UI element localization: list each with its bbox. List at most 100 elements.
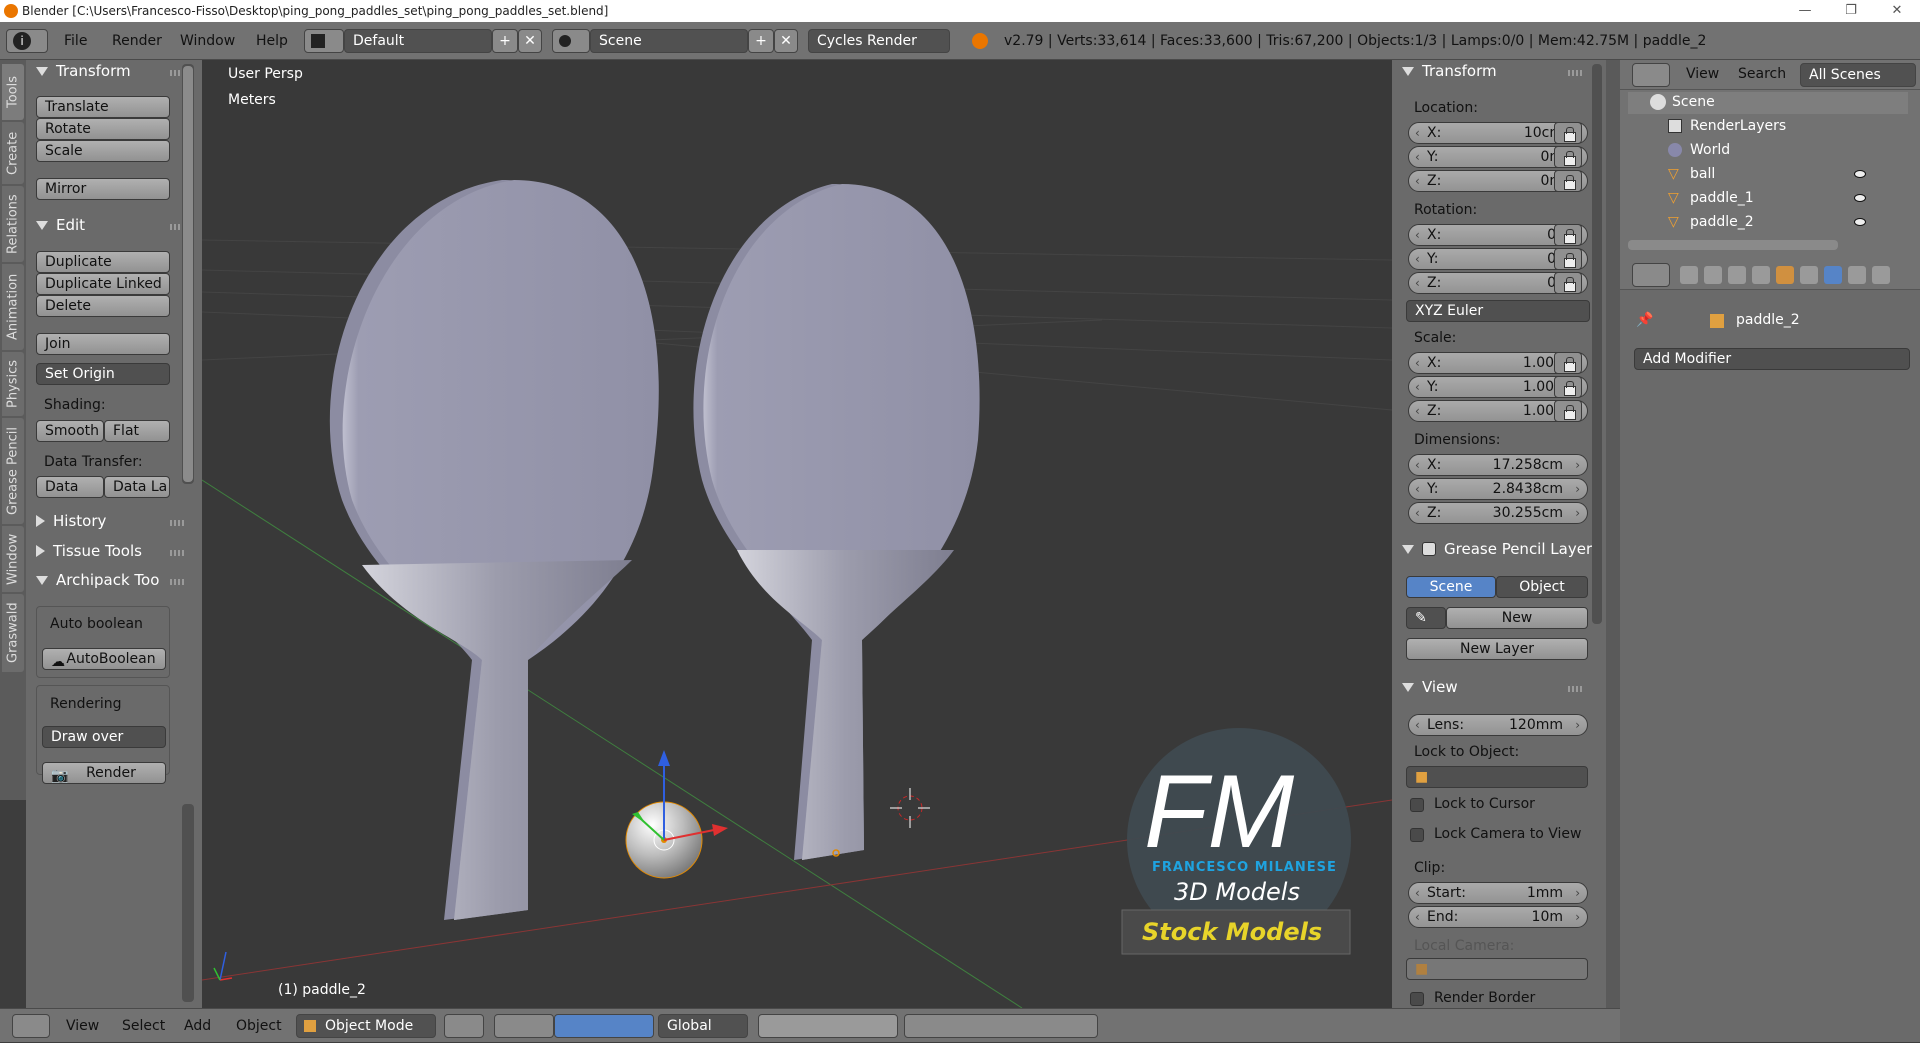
maximize-button[interactable]: ❐ bbox=[1828, 0, 1874, 22]
visibility-eye-icon[interactable] bbox=[1854, 194, 1866, 202]
outliner-editor-type-button[interactable] bbox=[1632, 63, 1670, 87]
gp-object-toggle[interactable]: Object bbox=[1496, 576, 1588, 598]
tab-animation[interactable]: Animation bbox=[2, 264, 24, 350]
3d-viewport[interactable]: User Persp Meters (1) paddle_2 FM FRANCE… bbox=[202, 60, 1392, 1008]
set-origin-dropdown[interactable]: Set Origin bbox=[36, 363, 170, 385]
paddle-2-mesh[interactable] bbox=[693, 184, 980, 860]
add-scene-button[interactable]: + bbox=[748, 29, 774, 53]
data-tab-icon[interactable] bbox=[1848, 266, 1866, 284]
operator-panel-scrollbar[interactable] bbox=[182, 804, 194, 1002]
tab-relations[interactable]: Relations bbox=[2, 186, 24, 262]
property-editor-type-button[interactable] bbox=[1632, 263, 1670, 287]
transform-props-header[interactable]: Transform bbox=[1402, 62, 1497, 80]
screen-layout-dropdown[interactable]: Default bbox=[344, 29, 492, 53]
delete-scene-button[interactable]: ✕ bbox=[774, 29, 798, 53]
rotation-mode-dropdown[interactable]: XYZ Euler bbox=[1406, 300, 1590, 322]
close-button[interactable]: ✕ bbox=[1874, 0, 1920, 22]
tab-window[interactable]: Window bbox=[2, 526, 24, 592]
lock-icon[interactable] bbox=[1554, 400, 1582, 422]
editor-type-info-button[interactable]: i bbox=[6, 29, 48, 53]
mode-dropdown[interactable]: Object Mode bbox=[296, 1014, 436, 1038]
3d-cursor[interactable] bbox=[890, 788, 930, 828]
menu-view[interactable]: View bbox=[66, 1009, 99, 1043]
render-engine-dropdown[interactable]: Cycles Render bbox=[808, 29, 950, 53]
tissue-tools-panel-header[interactable]: Tissue Tools bbox=[36, 542, 142, 560]
gp-pencil-icon[interactable]: ✎ bbox=[1406, 607, 1446, 629]
constraints-tab-icon[interactable] bbox=[1800, 266, 1818, 284]
minimize-button[interactable]: — bbox=[1782, 0, 1828, 22]
panel-grip-icon[interactable] bbox=[170, 579, 184, 585]
tool-shelf-scroll-thumb[interactable] bbox=[183, 66, 193, 482]
dimension-x-field[interactable]: X: 17.258cm bbox=[1408, 454, 1588, 476]
outliner-row-paddle-2[interactable]: ▽ paddle_2 bbox=[1628, 212, 1908, 234]
gp-new-layer-button[interactable]: New Layer bbox=[1406, 638, 1588, 660]
grease-pencil-layer-header[interactable]: Grease Pencil Layer bbox=[1402, 540, 1592, 558]
pivot-point-button[interactable] bbox=[494, 1014, 554, 1038]
lock-icon[interactable] bbox=[1554, 170, 1582, 192]
modifiers-tab-icon[interactable] bbox=[1824, 266, 1842, 284]
properties-scrollbar[interactable] bbox=[1592, 64, 1602, 624]
editor-type-3d-button[interactable] bbox=[12, 1014, 50, 1038]
duplicate-linked-button[interactable]: Duplicate Linked bbox=[36, 273, 170, 295]
panel-grip-icon[interactable] bbox=[1568, 686, 1582, 692]
lens-field[interactable]: Lens: 120mm bbox=[1408, 714, 1588, 736]
render-border-checkbox[interactable] bbox=[1410, 992, 1424, 1006]
snap-render-toolbar[interactable] bbox=[904, 1014, 1098, 1038]
outliner-search-menu[interactable]: Search bbox=[1738, 66, 1786, 82]
autoboolean-button[interactable]: ☁ AutoBoolean bbox=[42, 648, 166, 670]
archipack-panel-header[interactable]: Archipack Too bbox=[36, 571, 159, 589]
view-panel-header[interactable]: View bbox=[1402, 678, 1458, 696]
tab-graswald[interactable]: Graswald bbox=[2, 594, 24, 672]
outliner-row-renderlayers[interactable]: RenderLayers bbox=[1628, 116, 1908, 138]
lock-icon[interactable] bbox=[1554, 376, 1582, 398]
lock-icon[interactable] bbox=[1554, 224, 1582, 246]
outliner-filter-dropdown[interactable]: All Scenes bbox=[1800, 63, 1916, 87]
scene-icon-button[interactable] bbox=[552, 29, 590, 53]
tab-grease-pencil[interactable]: Grease Pencil bbox=[2, 418, 24, 524]
paddle-1-mesh[interactable] bbox=[329, 180, 659, 920]
viewport-shading-button[interactable] bbox=[444, 1014, 484, 1038]
duplicate-button[interactable]: Duplicate bbox=[36, 251, 170, 273]
menu-window[interactable]: Window bbox=[180, 22, 235, 60]
gp-enable-checkbox[interactable] bbox=[1422, 542, 1436, 556]
add-modifier-dropdown[interactable]: Add Modifier bbox=[1634, 348, 1910, 370]
menu-help[interactable]: Help bbox=[256, 22, 288, 60]
smooth-button[interactable]: Smooth bbox=[36, 420, 104, 442]
material-tab-icon[interactable] bbox=[1872, 266, 1890, 284]
edit-panel-header[interactable]: Edit bbox=[36, 216, 85, 234]
history-panel-header[interactable]: History bbox=[36, 512, 106, 530]
orientation-dropdown[interactable]: Global bbox=[658, 1014, 748, 1038]
data-layout-button[interactable]: Data La bbox=[104, 476, 170, 498]
transform-panel-header[interactable]: Transform bbox=[36, 62, 131, 80]
layer-buttons[interactable] bbox=[758, 1014, 898, 1038]
lock-object-field[interactable]: ■ bbox=[1406, 766, 1588, 788]
render-button[interactable]: 📷 Render bbox=[42, 762, 166, 784]
scene-tab-icon[interactable] bbox=[1728, 266, 1746, 284]
draw-over-dropdown[interactable]: Draw over bbox=[42, 726, 166, 748]
menu-file[interactable]: File bbox=[64, 22, 87, 60]
world-tab-icon[interactable] bbox=[1752, 266, 1770, 284]
translate-button[interactable]: Translate bbox=[36, 96, 170, 118]
outliner-row-ball[interactable]: ▽ ball bbox=[1628, 164, 1908, 186]
rotate-button[interactable]: Rotate bbox=[36, 118, 170, 140]
data-button[interactable]: Data bbox=[36, 476, 104, 498]
delete-screen-button[interactable]: ✕ bbox=[518, 29, 542, 53]
scene-dropdown[interactable]: Scene bbox=[590, 29, 748, 53]
menu-select[interactable]: Select bbox=[122, 1009, 165, 1043]
lock-camera-checkbox[interactable] bbox=[1410, 828, 1424, 842]
manipulator-toggles[interactable] bbox=[554, 1014, 654, 1038]
tab-create[interactable]: Create bbox=[2, 122, 24, 184]
panel-grip-icon[interactable] bbox=[170, 550, 184, 556]
outliner-view-menu[interactable]: View bbox=[1686, 66, 1719, 82]
object-tab-icon[interactable] bbox=[1776, 266, 1794, 284]
pin-icon[interactable]: 📌 bbox=[1636, 312, 1653, 328]
outliner-row-paddle-1[interactable]: ▽ paddle_1 bbox=[1628, 188, 1908, 210]
lock-icon[interactable] bbox=[1554, 122, 1582, 144]
lock-icon[interactable] bbox=[1554, 352, 1582, 374]
join-button[interactable]: Join bbox=[36, 333, 170, 355]
tab-physics[interactable]: Physics bbox=[2, 352, 24, 416]
lock-icon[interactable] bbox=[1554, 146, 1582, 168]
tab-tools[interactable]: Tools bbox=[2, 64, 24, 120]
menu-render[interactable]: Render bbox=[112, 22, 162, 60]
clip-end-field[interactable]: End: 10m bbox=[1408, 906, 1588, 928]
